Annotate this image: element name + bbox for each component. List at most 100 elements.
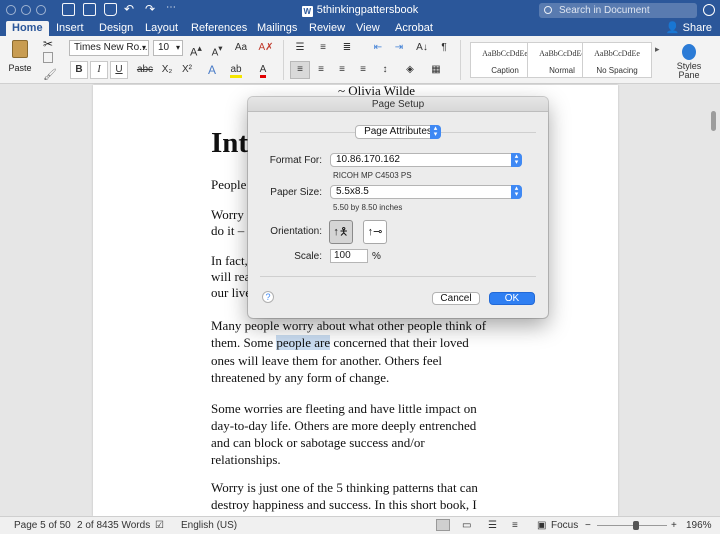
tab-mailings[interactable]: Mailings [251, 21, 303, 36]
page-setup-dialog: Page Setup Page Attributes ▴ ▾ Format For… [248, 97, 548, 318]
tab-acrobat[interactable]: Acrobat [389, 21, 439, 36]
increase-indent-icon[interactable]: ⇥ [390, 39, 408, 57]
justify-icon[interactable]: ≡ [353, 61, 373, 79]
title-bar: ↶ ↷ ⋯ W 5thinkingpattersbook Search in Do… [0, 0, 720, 20]
zoom-in-icon[interactable]: + [671, 517, 677, 534]
draft-view-icon[interactable]: ≡ [512, 517, 518, 534]
ribbon-tabs: Home Insert Design Layout References Mai… [0, 20, 720, 36]
highlight-color-icon[interactable]: ab [226, 61, 246, 79]
focus-icon[interactable]: ▣ [537, 517, 546, 534]
tab-insert[interactable]: Insert [50, 21, 90, 36]
copy-icon[interactable] [43, 52, 53, 63]
styles-pane-label: Styles Pane [676, 61, 702, 80]
decrease-indent-icon[interactable]: ⇤ [369, 39, 387, 57]
help-button[interactable]: ? [262, 291, 274, 303]
paper-size-select[interactable]: 5.5x8.5 ▴ ▾ [330, 185, 522, 199]
chapter-heading: Int [211, 127, 249, 159]
bullets-icon[interactable]: ☰ [290, 39, 310, 57]
search-placeholder: Search in Document [559, 5, 650, 16]
zoom-out-icon[interactable]: − [585, 517, 591, 534]
align-left-icon[interactable]: ≡ [290, 61, 310, 79]
focus-label[interactable]: Focus [551, 517, 578, 534]
style-no-spacing[interactable]: AaBbCcDdEe No Spacing [582, 42, 652, 78]
italic-button[interactable]: I [90, 61, 108, 79]
tab-design[interactable]: Design [93, 21, 139, 36]
word-count[interactable]: 2 of 8435 Words [77, 517, 150, 534]
share-person-icon: 👤 [665, 22, 683, 34]
paste-button[interactable]: Paste [6, 40, 34, 78]
show-formatting-icon[interactable]: ¶ [435, 39, 453, 57]
sort-icon[interactable]: A↓ [413, 39, 431, 57]
cut-icon[interactable]: ✂ [43, 37, 53, 51]
zoom-slider-thumb[interactable] [633, 521, 639, 530]
borders-icon[interactable]: ▦ [426, 61, 446, 79]
align-center-icon[interactable]: ≡ [311, 61, 331, 79]
scale-input[interactable]: 100 [330, 249, 368, 263]
tab-review[interactable]: Review [303, 21, 351, 36]
change-case-button[interactable]: Aa [232, 39, 250, 57]
word-doc-icon: W [301, 6, 313, 17]
dialog-title: Page Setup [248, 97, 548, 112]
paragraph-line: and can block or sabotage success and/or [211, 435, 425, 450]
tab-references[interactable]: References [185, 21, 253, 36]
share-button[interactable]: 👤 Share [666, 21, 712, 34]
grow-font-button[interactable]: A▴ [187, 39, 205, 59]
portrait-orientation-button[interactable]: ↑🯅 [329, 220, 353, 244]
paragraph-line: Worry is just one of the 5 thinking patt… [211, 480, 478, 495]
shrink-font-button[interactable]: A▾ [208, 39, 226, 58]
style-name: No Spacing [596, 66, 638, 75]
bold-button[interactable]: B [70, 61, 88, 79]
section-select[interactable]: Page Attributes ▴ ▾ [355, 125, 441, 139]
tab-layout[interactable]: Layout [139, 21, 184, 36]
chevron-updown-icon: ▴ ▾ [430, 125, 441, 139]
format-for-label: Format For: [269, 155, 322, 166]
chevron-down-icon: ▾ [175, 43, 180, 52]
format-painter-icon[interactable]: 🖌 [43, 68, 57, 81]
styles-gallery-more-icon[interactable]: ▸ [655, 44, 660, 55]
page-count[interactable]: Page 5 of 50 [14, 517, 71, 534]
font-color-icon[interactable]: A [254, 61, 272, 79]
align-right-icon[interactable]: ≡ [332, 61, 352, 79]
underline-button[interactable]: U [110, 61, 128, 79]
tab-view[interactable]: View [350, 21, 386, 36]
vertical-scrollbar[interactable] [711, 111, 716, 131]
strikethrough-button[interactable]: abc [134, 61, 156, 79]
dialog-separator [441, 132, 536, 133]
zoom-slider[interactable] [597, 525, 667, 526]
clear-formatting-icon[interactable]: A✗ [257, 39, 275, 57]
scale-unit: % [372, 251, 381, 262]
paragraph-line: Some worries are fleeting and have littl… [211, 401, 477, 416]
text-run: concerned that their loved [330, 335, 469, 350]
tab-home[interactable]: Home [6, 21, 49, 36]
outline-view-icon[interactable]: ☰ [488, 517, 497, 534]
font-name-select[interactable]: Times New Ro... ▾ [69, 40, 149, 56]
styles-pane-button[interactable]: Styles Pane [664, 42, 714, 82]
cancel-button[interactable]: Cancel [432, 292, 480, 305]
paragraph-line: threatened by any form of change. [211, 370, 390, 385]
section-value: Page Attributes [364, 126, 432, 137]
web-layout-icon[interactable]: ▭ [462, 517, 471, 534]
format-for-select[interactable]: 10.86.170.162 ▴ ▾ [330, 153, 522, 167]
dialog-separator [260, 132, 355, 133]
feedback-smile-icon[interactable] [703, 4, 715, 16]
search-input[interactable]: Search in Document [539, 3, 697, 18]
zoom-level[interactable]: 196% [686, 517, 712, 534]
ribbon: Paste ✂ 🖌 Times New Ro... ▾ 10 ▾ A▴ A▾ A… [0, 36, 720, 84]
paragraph-line: them. Some people are concerned that the… [211, 334, 501, 351]
multilevel-list-icon[interactable]: ≣ [337, 39, 357, 57]
proofing-icon[interactable]: ☑ [155, 517, 164, 534]
superscript-button[interactable]: X² [178, 61, 196, 79]
landscape-orientation-button[interactable]: ↑⊸ [363, 220, 387, 244]
numbering-icon[interactable]: ≡ [313, 39, 333, 57]
ok-button[interactable]: OK [489, 292, 535, 305]
language[interactable]: English (US) [181, 517, 237, 534]
line-spacing-icon[interactable]: ↕ [375, 61, 395, 79]
subscript-button[interactable]: X₂ [158, 61, 176, 79]
printer-model: RICOH MP C4503 PS [333, 171, 412, 180]
format-for-value: 10.86.170.162 [336, 154, 400, 165]
text-effects-icon[interactable]: A [201, 61, 223, 79]
dialog-separator [260, 276, 536, 277]
print-layout-icon[interactable] [436, 519, 450, 531]
font-size-select[interactable]: 10 ▾ [153, 40, 183, 56]
shading-icon[interactable]: ◈ [400, 61, 420, 79]
